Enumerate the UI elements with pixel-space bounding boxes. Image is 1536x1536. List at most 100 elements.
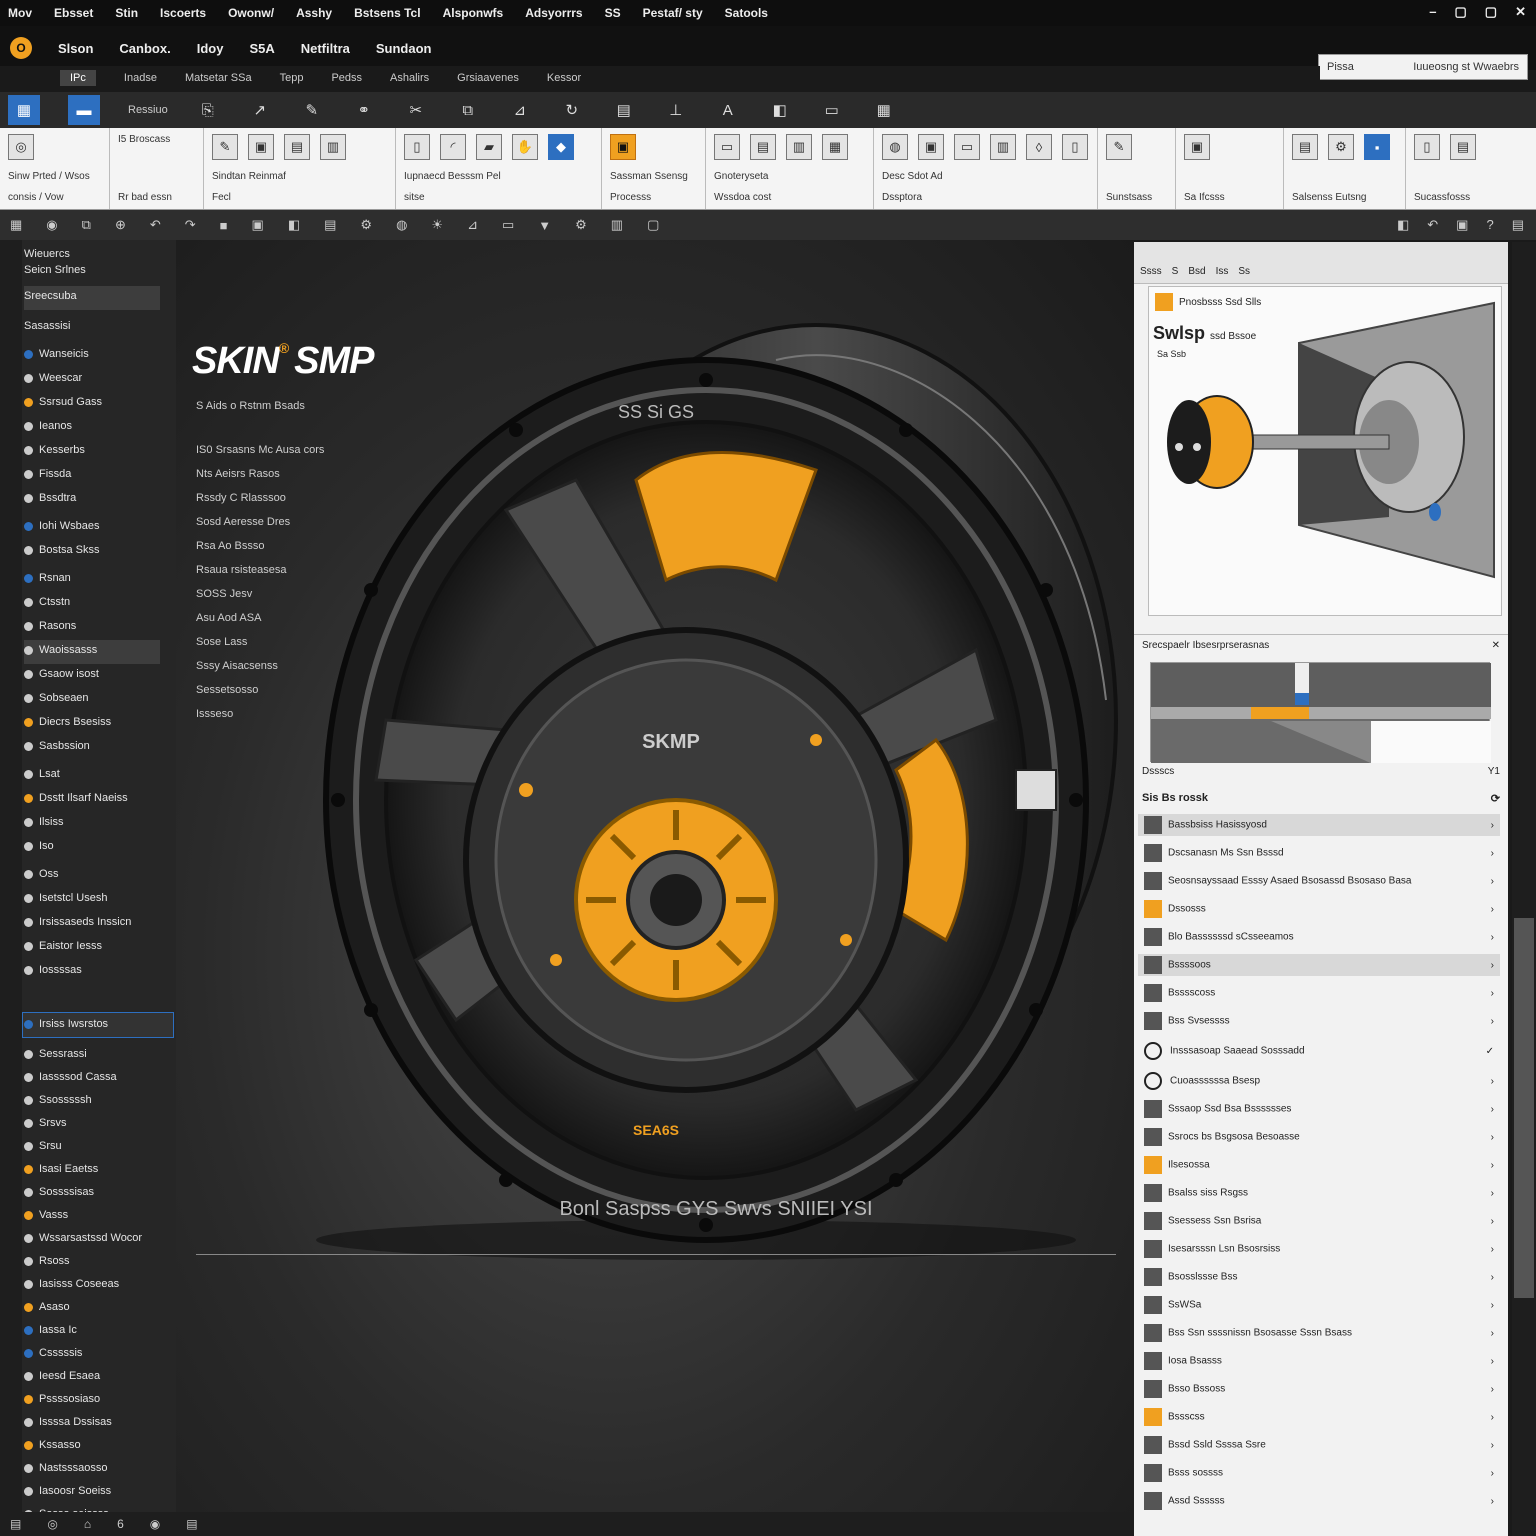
property-row[interactable]: Dssosss ›	[1138, 898, 1500, 920]
camera-icon[interactable]: ▣	[918, 134, 944, 160]
property-row[interactable]: Sssaop Ssd Bsa Bsssssses ›	[1138, 1098, 1500, 1120]
preview-header-item[interactable]: Ssss	[1140, 266, 1162, 277]
property-row[interactable]: Bsalss siss Rsgss ›	[1138, 1182, 1500, 1204]
export-icon[interactable]: ▦	[822, 134, 848, 160]
tab[interactable]: Tepp	[280, 72, 304, 84]
menu-item[interactable]: Adsyorrrs	[525, 6, 582, 20]
tree-item[interactable]: Oss	[24, 868, 59, 880]
chevron-icon[interactable]: ›	[1491, 1076, 1494, 1087]
refresh-icon[interactable]: ⟳	[1491, 792, 1500, 805]
tree-item[interactable]: Srsu	[24, 1140, 62, 1152]
fillet-icon[interactable]: ◜	[440, 134, 466, 160]
tree-item[interactable]: Ctsstn	[24, 596, 70, 608]
tree-item[interactable]: Asaso	[24, 1301, 70, 1313]
extrude-icon[interactable]: ▣	[248, 134, 274, 160]
title-item[interactable]: Idoy	[197, 41, 224, 56]
tab[interactable]: Pedss	[331, 72, 362, 84]
status-icon[interactable]: 6	[117, 1517, 124, 1531]
preview-header-item[interactable]: S	[1172, 266, 1179, 277]
tree-item[interactable]: Dsstt Ilsarf Naeiss	[24, 792, 128, 804]
status-icon[interactable]: ◎	[47, 1517, 57, 1531]
assembly-icon[interactable]: ◆	[548, 134, 574, 160]
revolve-icon[interactable]: ▤	[284, 134, 310, 160]
split-icon[interactable]: ◧	[1397, 217, 1409, 233]
pen-icon[interactable]: ✎	[300, 98, 324, 122]
menu-item[interactable]: Ebsset	[54, 6, 93, 20]
close-icon[interactable]: ✕	[1492, 640, 1500, 651]
tree-item[interactable]: Csssssis	[24, 1347, 82, 1359]
chevron-icon[interactable]: ›	[1491, 932, 1494, 943]
hand-icon[interactable]: ✋	[512, 134, 538, 160]
wrench-icon[interactable]: ✎	[1106, 134, 1132, 160]
status-icon[interactable]: ◉	[150, 1517, 160, 1531]
property-row[interactable]: Bssd Ssld Ssssa Ssre ›	[1138, 1434, 1500, 1456]
status-icon[interactable]: ⌂	[84, 1517, 91, 1531]
analysis-icon[interactable]: ▤	[1292, 134, 1318, 160]
measure-icon[interactable]: ⊿	[508, 98, 532, 122]
tree-item[interactable]: Sasbssion	[24, 740, 90, 752]
chevron-icon[interactable]: ›	[1491, 1132, 1494, 1143]
chevron-icon[interactable]: ›	[1491, 1300, 1494, 1311]
screen-icon[interactable]: ▭	[820, 98, 844, 122]
property-row[interactable]: Isesarsssn Lsn Bsosrsiss ›	[1138, 1238, 1500, 1260]
camera-icon[interactable]: ◍	[396, 217, 407, 233]
cube-icon[interactable]: ◧	[768, 98, 792, 122]
light-icon[interactable]: ▭	[954, 134, 980, 160]
tree-item[interactable]: Lsat	[24, 768, 60, 780]
sweep-icon[interactable]: ▥	[320, 134, 346, 160]
tab[interactable]: Matsetar SSa	[185, 72, 252, 84]
part-preview[interactable]: Pnosbsss Ssd Slls Swlsp ssd Bssoe Sa Ssb	[1148, 286, 1502, 616]
preview-header-item[interactable]: Bsd	[1188, 266, 1205, 277]
frame-icon[interactable]: ⧉	[456, 98, 480, 122]
tree-item[interactable]: Ieanos	[24, 420, 72, 432]
property-row[interactable]: Bssscss ›	[1138, 1406, 1500, 1428]
tree-item[interactable]: Iasisss Coseeas	[24, 1278, 119, 1290]
menu-item[interactable]: Pestaf/ sty	[643, 6, 703, 20]
chevron-icon[interactable]: ›	[1491, 1328, 1494, 1339]
machine-icon[interactable]: ▣	[1184, 134, 1210, 160]
filter-icon[interactable]: ▼	[538, 218, 551, 233]
material-icon[interactable]: ▥	[990, 134, 1016, 160]
chevron-icon[interactable]: ›	[1491, 1104, 1494, 1115]
title-item[interactable]: Netfiltra	[301, 41, 350, 56]
car-icon[interactable]: ▰	[476, 134, 502, 160]
chevron-icon[interactable]: ›	[1491, 1356, 1494, 1367]
property-row[interactable]: Bsssscoss ›	[1138, 982, 1500, 1004]
select-tool-icon[interactable]: ▦	[8, 95, 40, 125]
restore-icon[interactable]: ▢	[1455, 4, 1467, 20]
property-row[interactable]: Bsosslssse Bss ›	[1138, 1266, 1500, 1288]
layer-icon[interactable]: ▤	[324, 217, 336, 233]
menu-item[interactable]: Bstsens Tcl	[354, 6, 420, 20]
options-icon[interactable]: ▤	[1512, 217, 1524, 233]
tree-folder[interactable]: Sreecsuba	[24, 290, 77, 302]
tree-item[interactable]: Wanseicis	[24, 348, 89, 360]
property-row[interactable]: Blo Bassssssd sCsseeamos ›	[1138, 926, 1500, 948]
property-row[interactable]: Bsss sossss ›	[1138, 1462, 1500, 1484]
chevron-icon[interactable]: ›	[1491, 904, 1494, 915]
tree-item[interactable]: Sobseaen	[24, 692, 89, 704]
display-icon[interactable]: ▭	[502, 217, 514, 233]
tree-item[interactable]: Eaistor Iesss	[24, 940, 102, 952]
undo-icon[interactable]: ↶	[150, 217, 161, 233]
clipboard-icon[interactable]: ▯	[1414, 134, 1440, 160]
menu-item[interactable]: Owonw/	[228, 6, 274, 20]
home-tool-icon[interactable]: ▬	[68, 95, 100, 125]
zoom-icon[interactable]: ⊕	[115, 217, 126, 233]
close-icon[interactable]: ✕	[1515, 4, 1526, 20]
property-row[interactable]: Bssssoos ›	[1138, 954, 1500, 976]
chevron-icon[interactable]: ›	[1491, 1440, 1494, 1451]
pin-icon[interactable]: ⊥	[664, 98, 688, 122]
tree-item[interactable]: Pssssosiaso	[24, 1393, 100, 1405]
table-icon[interactable]: ▤	[1450, 134, 1476, 160]
property-row[interactable]: Ssessess Ssn Bsrisa ›	[1138, 1210, 1500, 1232]
gear-icon[interactable]: ⚙	[360, 217, 372, 233]
scrollbar-thumb[interactable]	[1514, 918, 1534, 1298]
chevron-icon[interactable]: ›	[1491, 820, 1494, 831]
tree-item[interactable]: Iasoosr Soeiss	[24, 1485, 111, 1497]
chevron-icon[interactable]: ›	[1491, 1188, 1494, 1199]
sketch-icon[interactable]: ✎	[212, 134, 238, 160]
property-row[interactable]: Bss Svsessss ›	[1138, 1010, 1500, 1032]
print-icon[interactable]: ▥	[611, 217, 623, 233]
render-icon[interactable]: ◍	[882, 134, 908, 160]
light-icon[interactable]: ☀	[431, 217, 443, 233]
